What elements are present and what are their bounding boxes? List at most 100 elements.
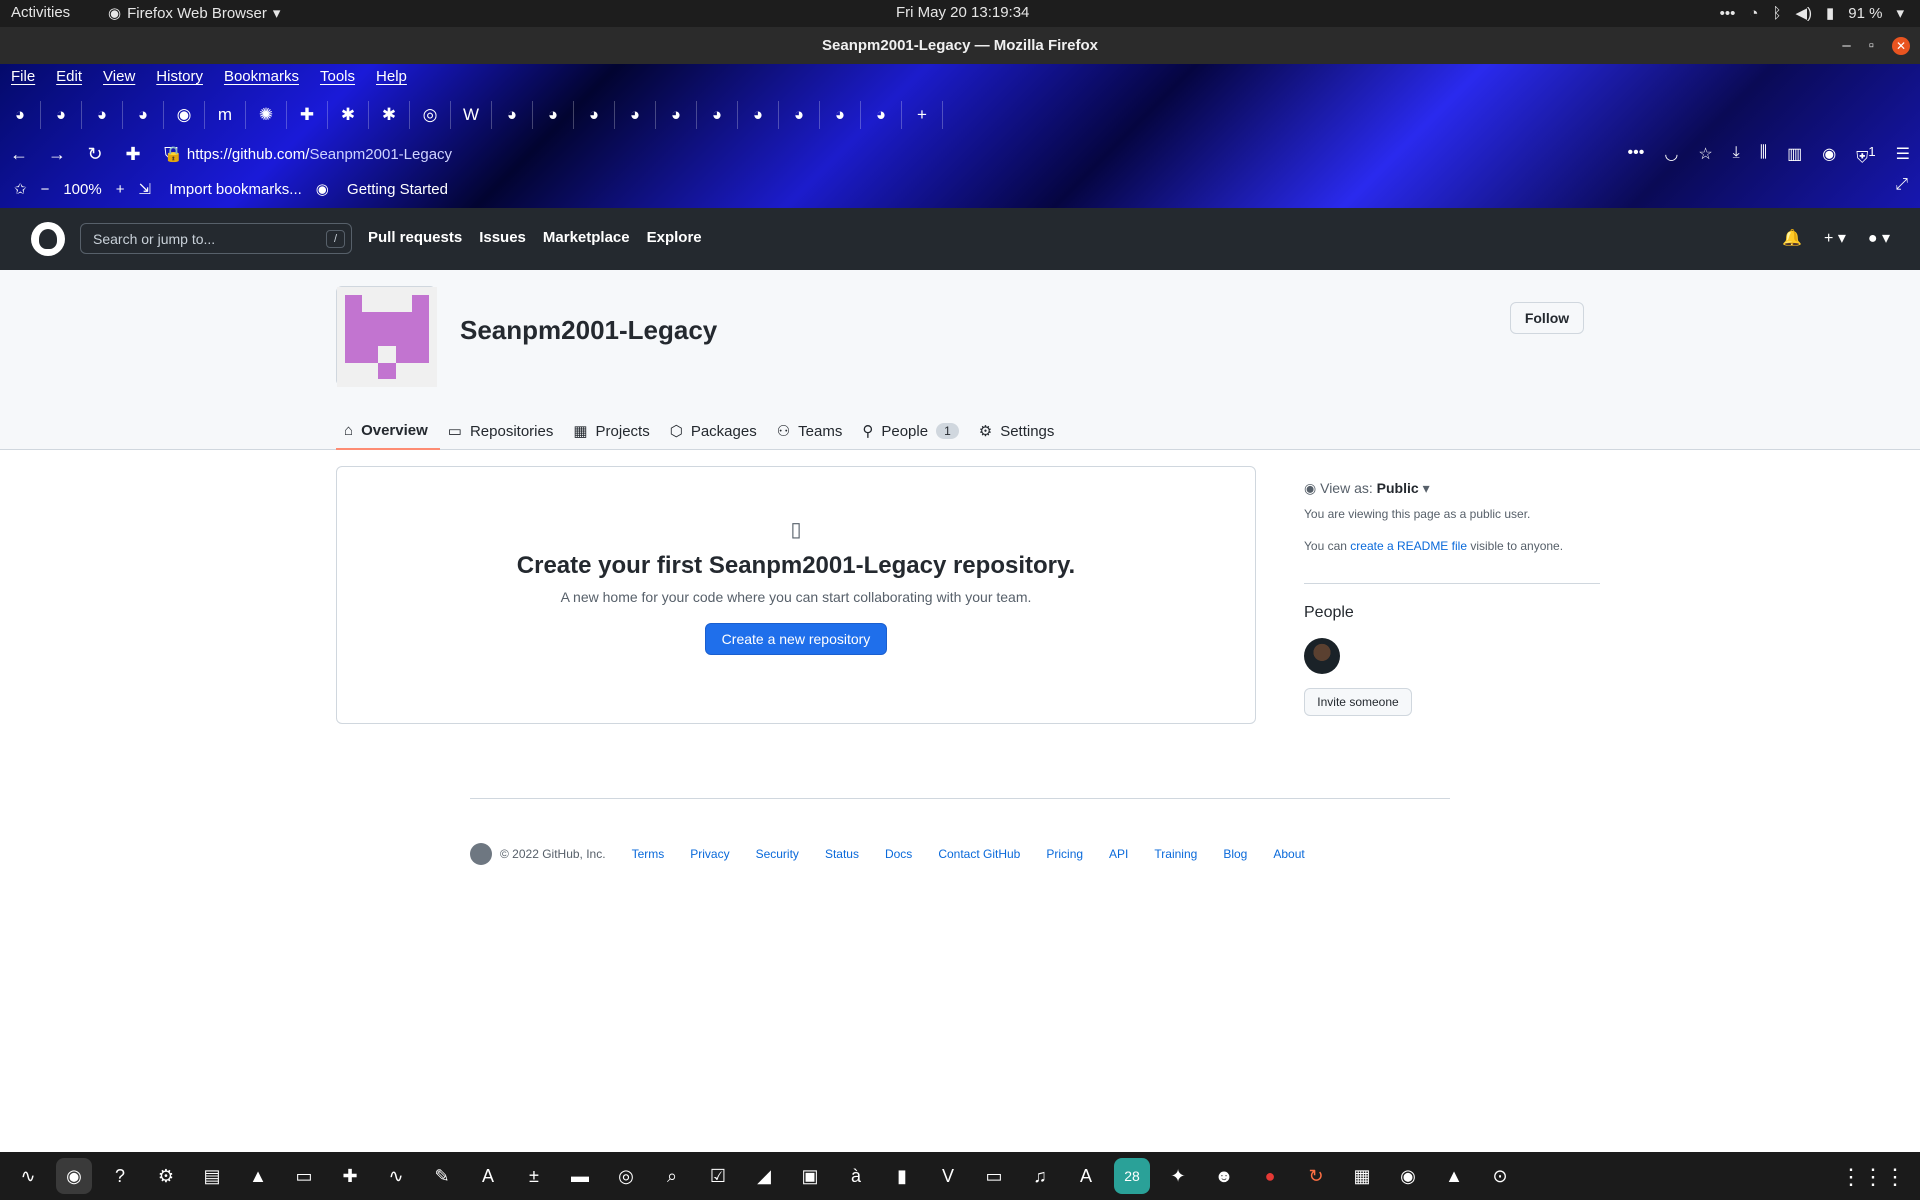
app-grid-icon[interactable]: ⋮⋮⋮ (1840, 1164, 1906, 1190)
alert-icon[interactable]: ● (1252, 1158, 1288, 1194)
inkscape-icon[interactable]: ◢ (746, 1158, 782, 1194)
pdf-icon[interactable]: A (1068, 1158, 1104, 1194)
tab-medium-icon[interactable]: m (205, 101, 246, 129)
tab-github-icon[interactable]: ◕ (820, 101, 861, 129)
software-center-icon[interactable]: A (470, 1158, 506, 1194)
extensions-icon[interactable]: ✚ (114, 144, 152, 165)
menu-file[interactable]: File (0, 64, 45, 90)
search-icon[interactable]: ⌕ (654, 1158, 690, 1194)
follow-button[interactable]: Follow (1510, 302, 1584, 334)
user-avatar-menu[interactable]: ● ▾ (1868, 228, 1890, 248)
tab-gear-icon[interactable]: ✺ (246, 101, 287, 129)
footer-link-terms[interactable]: Terms (632, 847, 665, 861)
notification-bell-icon[interactable]: 🔔 (1782, 228, 1802, 248)
library-icon[interactable]: ⫼ (1760, 144, 1767, 167)
github-logo-icon[interactable] (31, 222, 65, 256)
create-repository-button[interactable]: Create a new repository (704, 623, 888, 655)
member-avatar[interactable] (1304, 638, 1340, 674)
tab-github-icon[interactable]: ◕ (656, 101, 697, 129)
url-bar[interactable]: 🔒 https://github.com/Seanpm2001-Legacy (164, 145, 452, 163)
bookmark-star-icon[interactable]: ✩ (14, 180, 27, 198)
screenshot-icon[interactable]: ▣ (792, 1158, 828, 1194)
nav-issues[interactable]: Issues (479, 229, 526, 246)
zoom-out-icon[interactable]: − (41, 181, 50, 198)
graph-icon[interactable]: ∿ (378, 1158, 414, 1194)
sidebar-icon[interactable]: ▥ (1787, 144, 1802, 167)
tab-teams[interactable]: ⚇ Teams (769, 412, 855, 450)
character-map-icon[interactable]: à (838, 1158, 874, 1194)
menu-history[interactable]: History (145, 64, 213, 90)
minimize-icon[interactable]: – (1842, 27, 1850, 64)
tab-github-icon[interactable]: ◕ (574, 101, 615, 129)
firefox-icon[interactable]: ◉ (56, 1158, 92, 1194)
tasks-icon[interactable]: ☑ (700, 1158, 736, 1194)
activities-button[interactable]: Activities (11, 4, 70, 21)
writer-icon[interactable]: ▤ (194, 1158, 230, 1194)
archive-icon[interactable]: ▮ (884, 1158, 920, 1194)
bookmark-import[interactable]: ⇲ Import bookmarks... (138, 180, 301, 198)
clock[interactable]: Fri May 20 13:19:34 (896, 4, 1029, 21)
camera-icon[interactable]: ◉ (1390, 1158, 1426, 1194)
tab-github-icon[interactable]: ◕ (697, 101, 738, 129)
create-readme-link[interactable]: create a README file (1350, 539, 1467, 553)
close-icon[interactable]: ✕ (1892, 36, 1910, 55)
tab-repositories[interactable]: ▭ Repositories (440, 412, 566, 450)
new-tab-icon[interactable]: + (902, 101, 943, 129)
text-editor-icon[interactable]: ✎ (424, 1158, 460, 1194)
vim-icon[interactable]: V (930, 1158, 966, 1194)
zoom-in-icon[interactable]: + (116, 181, 125, 198)
image-viewer-icon[interactable]: ▲ (1436, 1158, 1472, 1194)
tab-github-icon[interactable]: ◕ (82, 101, 123, 129)
menu-tools[interactable]: Tools (309, 64, 365, 90)
maximize-icon[interactable]: ▫ (1869, 27, 1874, 64)
tab-firefox-icon[interactable]: ◉ (164, 101, 205, 129)
menu-edit[interactable]: Edit (45, 64, 92, 90)
pocket-icon[interactable]: ◡ (1664, 144, 1678, 167)
footer-link-blog[interactable]: Blog (1223, 847, 1247, 861)
more-icon[interactable]: ••• (1628, 144, 1645, 167)
files-icon[interactable]: ▬ (562, 1158, 598, 1194)
github-mark-icon[interactable] (470, 843, 492, 865)
footer-link-status[interactable]: Status (825, 847, 859, 861)
footer-link-about[interactable]: About (1273, 847, 1304, 861)
nav-pull-requests[interactable]: Pull requests (368, 229, 462, 246)
bookmark-getting-started[interactable]: ◉ Getting Started (316, 180, 448, 198)
back-icon[interactable]: ← (0, 144, 38, 165)
download-icon[interactable]: ⤓ (1733, 144, 1740, 167)
tab-github-icon[interactable]: ◕ (0, 101, 41, 129)
tab-github-icon[interactable]: ◕ (615, 101, 656, 129)
menu-help[interactable]: Help (365, 64, 417, 90)
tab-projects[interactable]: ▦ Projects (565, 412, 661, 450)
game-icon[interactable]: ☻ (1206, 1158, 1242, 1194)
footer-link-privacy[interactable]: Privacy (690, 847, 729, 861)
disk-icon[interactable]: ◎ (608, 1158, 644, 1194)
tab-github-icon[interactable]: ◕ (41, 101, 82, 129)
nav-explore[interactable]: Explore (647, 229, 702, 246)
hamburger-menu-icon[interactable]: ☰ (1896, 144, 1910, 167)
zoom-level[interactable]: 100% (63, 181, 101, 198)
nav-marketplace[interactable]: Marketplace (543, 229, 630, 246)
footer-link-api[interactable]: API (1109, 847, 1128, 861)
tab-puzzle-icon[interactable]: ✚ (287, 101, 328, 129)
terminal-icon[interactable]: ▭ (286, 1158, 322, 1194)
gimp-icon[interactable]: ✦ (1160, 1158, 1196, 1194)
tab-github-icon[interactable]: ◕ (861, 101, 902, 129)
settings-icon[interactable]: ⚙ (148, 1158, 184, 1194)
invite-someone-button[interactable]: Invite someone (1304, 688, 1412, 716)
tab-wikipedia-icon[interactable]: W (451, 101, 492, 129)
account-icon[interactable]: ◉ (1822, 144, 1836, 167)
spreadsheet-icon[interactable]: ▦ (1344, 1158, 1380, 1194)
calculator-icon[interactable]: ± (516, 1158, 552, 1194)
create-new-icon[interactable]: + ▾ (1824, 228, 1846, 248)
tab-brave-icon[interactable]: ◎ (410, 101, 451, 129)
fullscreen-icon[interactable]: ⤢ (1895, 176, 1908, 194)
menu-view[interactable]: View (92, 64, 145, 90)
ublock-icon[interactable]: ⛨1 (1856, 144, 1875, 167)
music-icon[interactable]: ♫ (1022, 1158, 1058, 1194)
system-tray[interactable]: ••• ◔ ᛒ ◀) ▮ 91 % ▾ (1720, 4, 1904, 23)
reload-icon[interactable]: ↻ (76, 144, 114, 165)
forward-icon[interactable]: → (38, 144, 76, 165)
remote-desktop-icon[interactable]: ▭ (976, 1158, 1012, 1194)
tab-packages[interactable]: ⬡ Packages (662, 412, 769, 450)
footer-link-pricing[interactable]: Pricing (1046, 847, 1083, 861)
